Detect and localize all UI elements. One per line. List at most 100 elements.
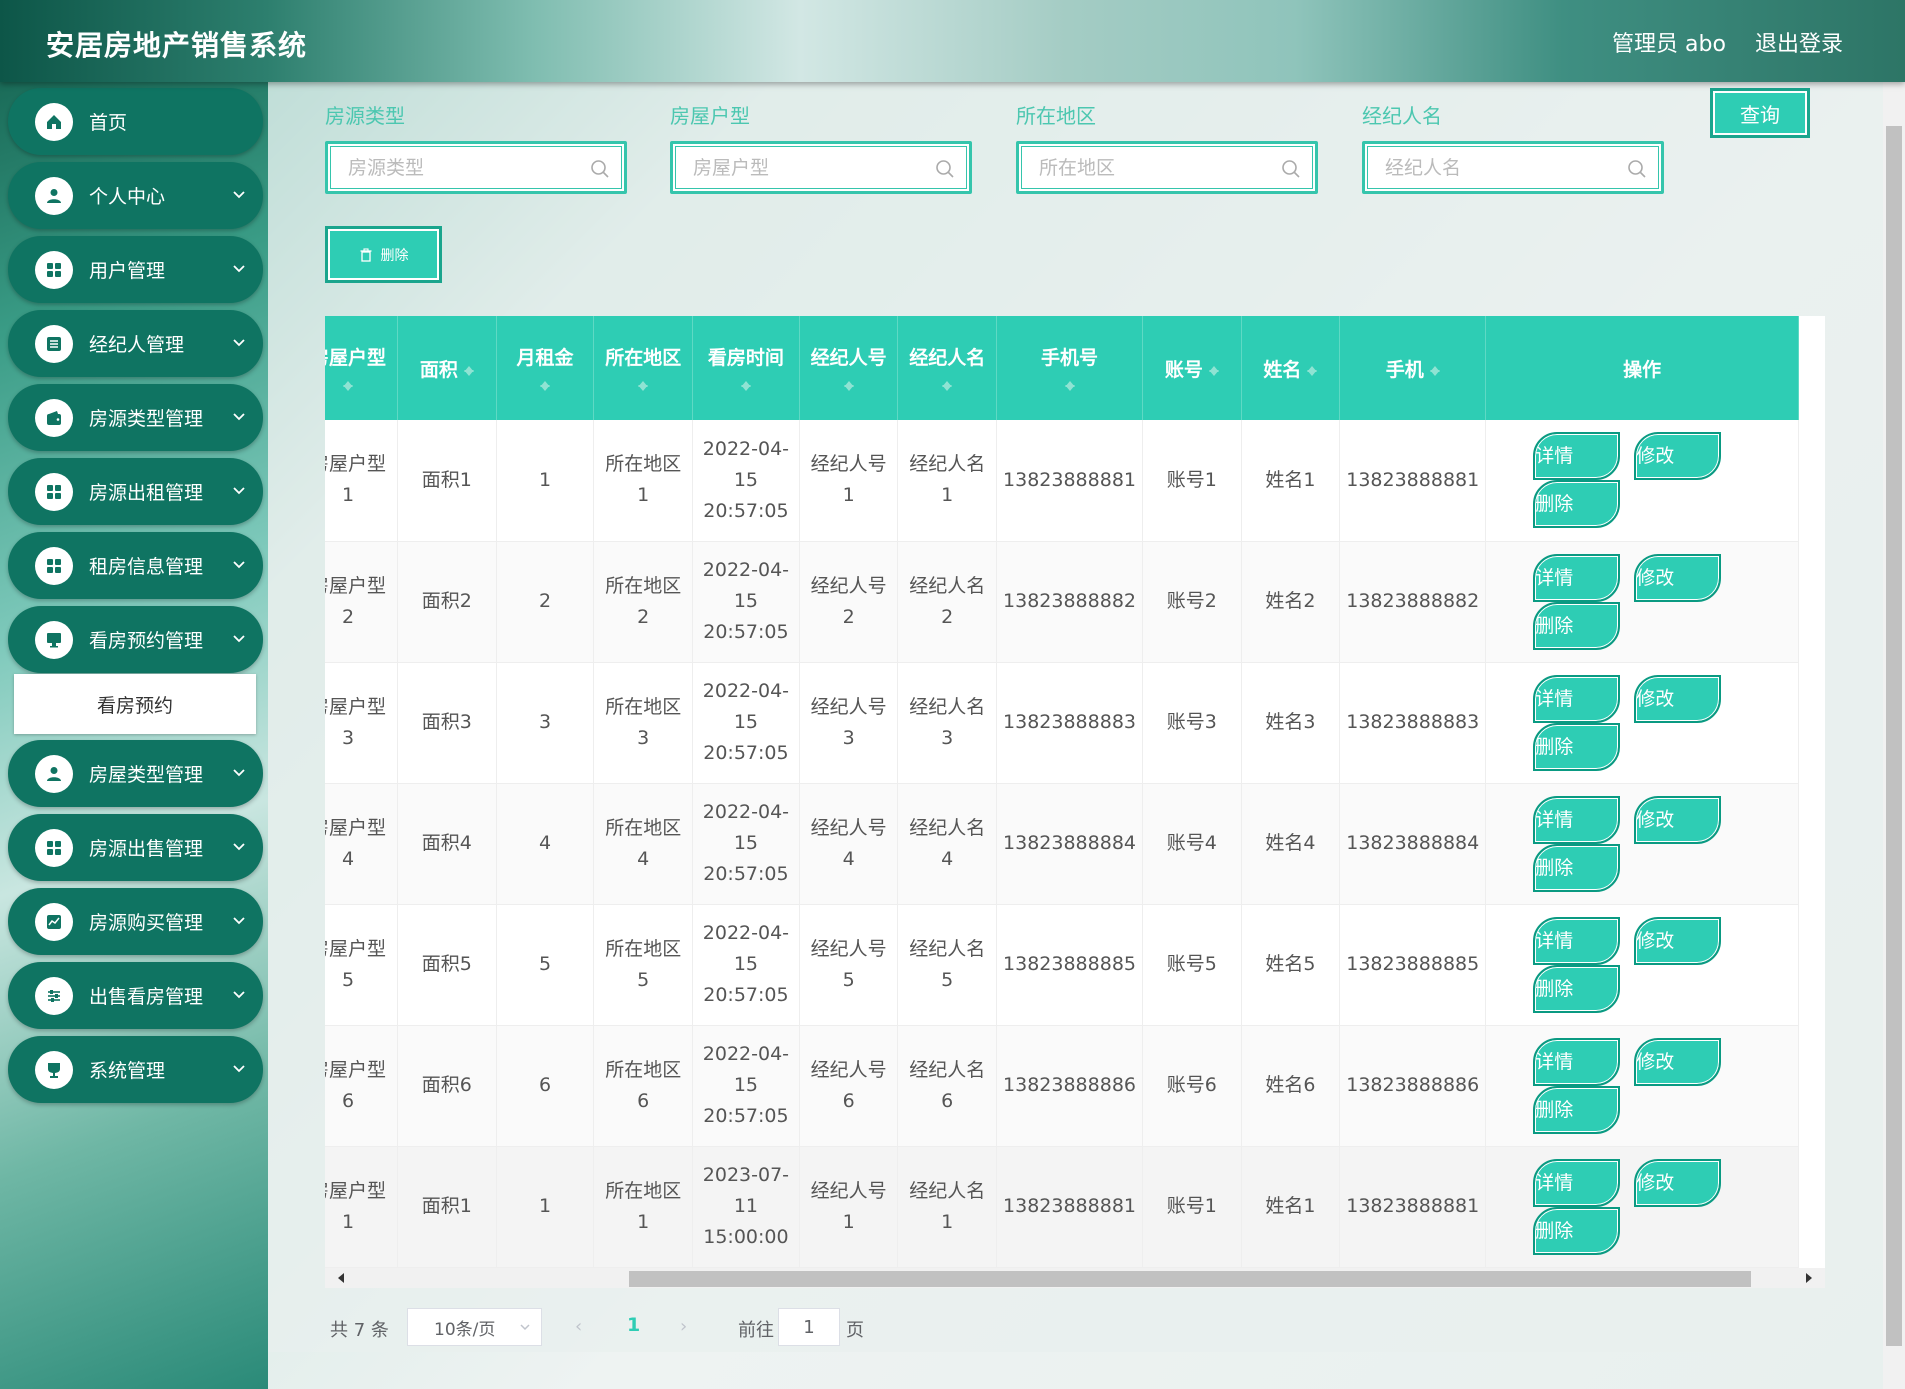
- table-cell: 经纪人名2: [897, 541, 998, 663]
- region-input[interactable]: [1039, 156, 1274, 179]
- edit-button[interactable]: 修改: [1634, 432, 1722, 481]
- sidebar-item-4[interactable]: 房源类型管理: [8, 384, 263, 451]
- detail-button[interactable]: 详情: [1533, 1037, 1621, 1086]
- sidebar-item-6[interactable]: 租房信息管理: [8, 532, 263, 599]
- column-header-6[interactable]: 经纪人名: [897, 316, 998, 420]
- sidebar-item-8[interactable]: 房屋类型管理: [8, 740, 263, 807]
- edit-button[interactable]: 修改: [1634, 674, 1722, 723]
- table-cell: 13823888881: [1339, 420, 1487, 542]
- query-button[interactable]: 查询: [1710, 88, 1810, 138]
- sort-icon[interactable]: [1429, 361, 1440, 379]
- page-number-current[interactable]: 1: [627, 1314, 640, 1336]
- delete-row-button[interactable]: 删除: [1533, 480, 1621, 529]
- house-layout-input[interactable]: [693, 156, 928, 179]
- edit-button[interactable]: 修改: [1634, 1158, 1722, 1207]
- table-cell: 经纪人号1: [799, 1146, 899, 1268]
- sort-icon[interactable]: [843, 376, 854, 394]
- submenu-item-viewing-appointment[interactable]: 看房预约: [14, 674, 256, 734]
- sort-icon[interactable]: [540, 376, 551, 394]
- column-header-0[interactable]: 房屋户型: [325, 316, 399, 420]
- table-cell: 13823888883: [996, 662, 1144, 784]
- table-cell: 2022-04-15 20:57:05: [692, 420, 800, 542]
- table-cell: 所在地区3: [593, 662, 694, 784]
- column-header-8[interactable]: 账号: [1142, 316, 1242, 420]
- sidebar-item-9[interactable]: 房源出售管理: [8, 814, 263, 881]
- horizontal-scroll-thumb[interactable]: [629, 1271, 1751, 1287]
- sidebar-item-7[interactable]: 看房预约管理: [8, 606, 263, 673]
- edit-button[interactable]: 修改: [1634, 553, 1722, 602]
- column-header-label: 看房时间: [707, 346, 784, 369]
- table-cell: 所在地区4: [593, 783, 694, 905]
- page-size-select[interactable]: 10条/页: [407, 1308, 542, 1346]
- column-header-label: 账号: [1164, 358, 1203, 381]
- monitor-icon: [35, 620, 73, 659]
- batch-delete-button[interactable]: 删除: [325, 226, 442, 283]
- table-cell: 所在地区5: [593, 904, 694, 1026]
- agent-name-input[interactable]: [1385, 156, 1620, 179]
- sidebar-item-12[interactable]: 系统管理: [8, 1036, 263, 1103]
- table-cell: 1: [496, 1146, 595, 1268]
- user-icon: [35, 754, 73, 793]
- delete-row-button[interactable]: 删除: [1533, 1085, 1621, 1134]
- scroll-right-icon[interactable]: [1806, 1273, 1817, 1283]
- scroll-left-icon[interactable]: [333, 1273, 344, 1283]
- chevron-down-icon: [520, 1324, 530, 1331]
- column-header-7[interactable]: 手机号: [996, 316, 1144, 420]
- table-cell: 13823888885: [1339, 904, 1487, 1026]
- sidebar-item-label: 房源出售管理: [89, 838, 204, 860]
- sidebar-item-5[interactable]: 房源出租管理: [8, 458, 263, 525]
- sort-icon[interactable]: [942, 376, 953, 394]
- sidebar-item-1[interactable]: 个人中心: [8, 162, 263, 229]
- table-cell: 经纪人号6: [799, 1025, 899, 1147]
- chevron-down-icon: [233, 561, 245, 569]
- sidebar-item-11[interactable]: 出售看房管理: [8, 962, 263, 1029]
- sidebar-item-2[interactable]: 用户管理: [8, 236, 263, 303]
- sort-icon[interactable]: [463, 361, 474, 379]
- column-header-label: 房屋户型: [325, 346, 387, 369]
- table-cell: 账号3: [1142, 662, 1242, 784]
- sort-icon[interactable]: [1307, 361, 1318, 379]
- sort-icon[interactable]: [1064, 376, 1075, 394]
- horizontal-scrollbar[interactable]: [325, 1268, 1825, 1288]
- table-cell: 13823888884: [996, 783, 1144, 905]
- column-header-2[interactable]: 月租金: [496, 316, 595, 420]
- detail-button[interactable]: 详情: [1533, 553, 1621, 602]
- sidebar-item-3[interactable]: 经纪人管理: [8, 310, 263, 377]
- column-header-3[interactable]: 所在地区: [593, 316, 694, 420]
- detail-button[interactable]: 详情: [1533, 674, 1621, 723]
- sort-icon[interactable]: [1208, 361, 1219, 379]
- column-header-10[interactable]: 手机: [1339, 316, 1487, 420]
- detail-button[interactable]: 详情: [1533, 916, 1621, 965]
- edit-button[interactable]: 修改: [1634, 916, 1722, 965]
- edit-button[interactable]: 修改: [1634, 1037, 1722, 1086]
- vertical-scroll-thumb[interactable]: [1886, 126, 1902, 1346]
- sort-icon[interactable]: [638, 376, 649, 394]
- filter-label-house-layout: 房屋户型: [670, 104, 750, 128]
- logout-link[interactable]: 退出登录: [1755, 26, 1843, 58]
- prev-page-button[interactable]: ‹: [575, 1316, 582, 1337]
- delete-row-button[interactable]: 删除: [1533, 722, 1621, 771]
- column-header-5[interactable]: 经纪人号: [799, 316, 899, 420]
- goto-page-input[interactable]: 1: [778, 1308, 840, 1346]
- delete-row-button[interactable]: 删除: [1533, 601, 1621, 650]
- filter-house-source-type: [325, 141, 627, 194]
- sort-icon[interactable]: [343, 376, 354, 394]
- detail-button[interactable]: 详情: [1533, 432, 1621, 481]
- next-page-button[interactable]: ›: [680, 1316, 687, 1337]
- edit-button[interactable]: 修改: [1634, 795, 1722, 844]
- delete-row-button[interactable]: 删除: [1533, 843, 1621, 892]
- vertical-scrollbar[interactable]: [1883, 82, 1905, 1389]
- column-header-4[interactable]: 看房时间: [692, 316, 800, 420]
- delete-row-button[interactable]: 删除: [1533, 1206, 1621, 1255]
- detail-button[interactable]: 详情: [1533, 1158, 1621, 1207]
- home-icon: [35, 102, 73, 141]
- sidebar-item-0[interactable]: 首页: [8, 88, 263, 155]
- sort-icon[interactable]: [740, 376, 751, 394]
- column-header-1[interactable]: 面积: [397, 316, 497, 420]
- house-source-type-input[interactable]: [348, 156, 583, 179]
- table-row: 房屋户型1面积11所在地区12022-04-15 20:57:05经纪人号1经纪…: [325, 420, 1799, 542]
- sidebar-item-10[interactable]: 房源购买管理: [8, 888, 263, 955]
- delete-row-button[interactable]: 删除: [1533, 964, 1621, 1013]
- detail-button[interactable]: 详情: [1533, 795, 1621, 844]
- column-header-9[interactable]: 姓名: [1241, 316, 1341, 420]
